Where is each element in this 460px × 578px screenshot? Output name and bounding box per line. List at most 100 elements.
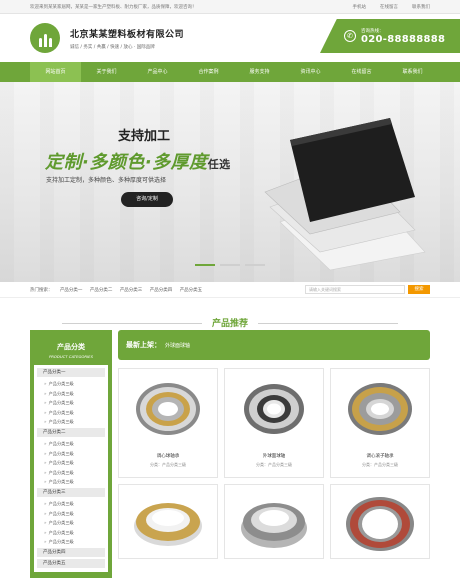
new-arrival-item[interactable]: 外球面球轴 [165,342,190,349]
search-bar: 热门搜索： 产品分类一 产品分类二 产品分类三 产品分类四 产品分类五 请输入关… [0,282,460,298]
banner-headline-main: 定制·多颜色·多厚度 [45,152,208,173]
mobile-site-link[interactable]: 手机站 [353,4,367,10]
banner-headline: 定制·多颜色·多厚度任选 [45,148,231,174]
nav-home[interactable]: 网站首页 [30,62,81,82]
sidebar-header: 产品分类 PRODUCT CATEGORIES [34,334,108,365]
banner-subtitle: 支持加工定制，多种颜色、多种厚度可供选择 [46,177,167,184]
category-item[interactable]: 产品分类二 [37,427,105,438]
nav-contact[interactable]: 联系我们 [387,62,438,82]
subcategory-item[interactable]: 产品分类三级 [34,439,108,449]
product-main: 最新上架： 外球面球轴 调心球轴承 分类：产品分类三级 外球面球轴 分类：产品分… [118,330,430,559]
banner-support-text: 支持加工 [118,129,171,144]
product-category: 分类：产品分类三级 [362,462,398,467]
category-item[interactable]: 产品分类五 [37,558,105,569]
subcategory-item[interactable]: 产品分类三级 [34,449,108,459]
welcome-text: 欢迎来到某某家居网，某某是一家生产塑料板、耐力板厂家，品质保障，欢迎咨询！ [30,4,197,10]
bearing-image [134,502,202,546]
subcategory-item[interactable]: 产品分类三级 [34,518,108,528]
hot-search-link[interactable]: 产品分类三 [120,288,143,293]
subcategory-item[interactable]: 产品分类三级 [34,389,108,399]
brand-block: 北京某某塑料板材有限公司 诚信 / 务实 / 共赢 / 快速 / 放心 · 国际… [70,27,184,50]
subcategory-item[interactable]: 产品分类三级 [34,379,108,389]
banner-dot-3[interactable] [245,264,265,266]
banner-dot-1[interactable] [195,264,215,266]
product-image[interactable] [225,369,323,449]
hotline-number: 020-88888888 [361,33,446,45]
subcategory-item[interactable]: 产品分类三级 [34,468,108,478]
banner-pagination [0,264,460,266]
category-list: 产品分类一 产品分类三级 产品分类三级 产品分类三级 产品分类三级 产品分类三级… [34,365,108,572]
sidebar-title: 产品分类 [57,343,85,351]
product-image[interactable] [331,485,429,560]
bearing-image [348,383,412,435]
bearing-image [244,384,304,434]
top-links: 手机站 在线留言 联系我们 [353,4,431,10]
product-image[interactable] [225,485,323,560]
product-card[interactable] [224,484,324,559]
company-slogan: 诚信 / 务实 / 共赢 / 快速 / 放心 · 国际品牌 [70,44,155,50]
nav-products[interactable]: 产品中心 [132,62,183,82]
category-item[interactable]: 产品分类一 [37,368,105,378]
product-card[interactable] [118,484,218,559]
plastic-sheets-image [264,118,426,271]
nav-about[interactable]: 关于我们 [81,62,132,82]
nav-news[interactable]: 资讯中心 [285,62,336,82]
product-image[interactable] [119,369,217,449]
sidebar-subtitle: PRODUCT CATEGORIES [49,354,93,359]
product-category: 分类：产品分类三级 [256,462,292,467]
consult-button[interactable]: 咨询/定制 [121,192,173,207]
subcategory-item[interactable]: 产品分类三级 [34,398,108,408]
product-name[interactable]: 调心球轴承 [119,453,217,459]
hero-banner[interactable]: 支持加工 定制·多颜色·多厚度任选 支持加工定制，多种颜色、多种厚度可供选择 咨… [0,82,460,282]
hot-search: 热门搜索： 产品分类一 产品分类二 产品分类三 产品分类四 产品分类五 [30,287,202,293]
bearing-image [136,383,200,435]
new-arrival-label: 最新上架： [126,341,161,349]
hot-search-link[interactable]: 产品分类二 [90,288,113,293]
product-card[interactable] [330,484,430,559]
top-bar: 欢迎来到某某家居网，某某是一家生产塑料板、耐力板厂家，品质保障，欢迎咨询！ 手机… [0,0,460,14]
subcategory-item[interactable]: 产品分类三级 [34,477,108,487]
category-item[interactable]: 产品分类四 [37,547,105,558]
banner-headline-tail: 任选 [207,158,231,171]
main-nav: 网站首页 关于我们 产品中心 合作案例 服务支持 资讯中心 在线留言 联系我们 [0,62,460,82]
search-button[interactable]: 搜索 [408,285,430,294]
section-title-cn: 产品推荐 [61,316,399,329]
subcategory-item[interactable]: 产品分类三级 [34,528,108,538]
product-image[interactable] [331,369,429,449]
nav-cases[interactable]: 合作案例 [183,62,234,82]
product-name[interactable]: 外球面球轴 [225,453,323,459]
product-category: 分类：产品分类三级 [150,462,186,467]
search-input[interactable]: 请输入关键词搜索 [305,285,405,294]
subcategory-item[interactable]: 产品分类三级 [34,509,108,519]
phone-icon: ✆ [344,30,356,42]
product-card[interactable]: 调心滚子轴承 分类：产品分类三级 [330,368,430,478]
subcategory-item[interactable]: 产品分类三级 [34,499,108,509]
new-arrival-bar: 最新上架： 外球面球轴 [118,330,430,360]
product-card[interactable]: 调心球轴承 分类：产品分类三级 [118,368,218,478]
category-sidebar: 产品分类 PRODUCT CATEGORIES 产品分类一 产品分类三级 产品分… [30,330,112,578]
contact-link[interactable]: 联系我们 [412,4,430,10]
hot-search-link[interactable]: 产品分类四 [150,288,173,293]
product-image[interactable] [119,485,217,560]
subcategory-item[interactable]: 产品分类三级 [34,417,108,427]
hot-search-label: 热门搜索： [30,287,53,293]
bearing-image [241,502,307,548]
hot-search-link[interactable]: 产品分类五 [180,288,203,293]
company-name: 北京某某塑料板材有限公司 [70,29,185,40]
nav-message[interactable]: 在线留言 [336,62,387,82]
product-grid: 调心球轴承 分类：产品分类三级 外球面球轴 分类：产品分类三级 调心滚子轴承 分… [118,368,430,559]
category-item[interactable]: 产品分类三 [37,487,105,498]
subcategory-item[interactable]: 产品分类三级 [34,408,108,418]
subcategory-item[interactable]: 产品分类三级 [34,537,108,547]
product-card[interactable]: 外球面球轴 分类：产品分类三级 [224,368,324,478]
nav-service[interactable]: 服务支持 [234,62,285,82]
hotline-box: ✆ 咨询热线： 020-88888888 [320,19,460,53]
site-header: 北京某某塑料板材有限公司 诚信 / 务实 / 共赢 / 快速 / 放心 · 国际… [0,14,460,62]
banner-dot-2[interactable] [220,264,240,266]
product-name[interactable]: 调心滚子轴承 [331,453,429,459]
company-logo[interactable] [30,23,60,53]
subcategory-item[interactable]: 产品分类三级 [34,458,108,468]
message-link[interactable]: 在线留言 [380,4,398,10]
bearing-image [346,496,414,551]
hot-search-link[interactable]: 产品分类一 [60,288,83,293]
